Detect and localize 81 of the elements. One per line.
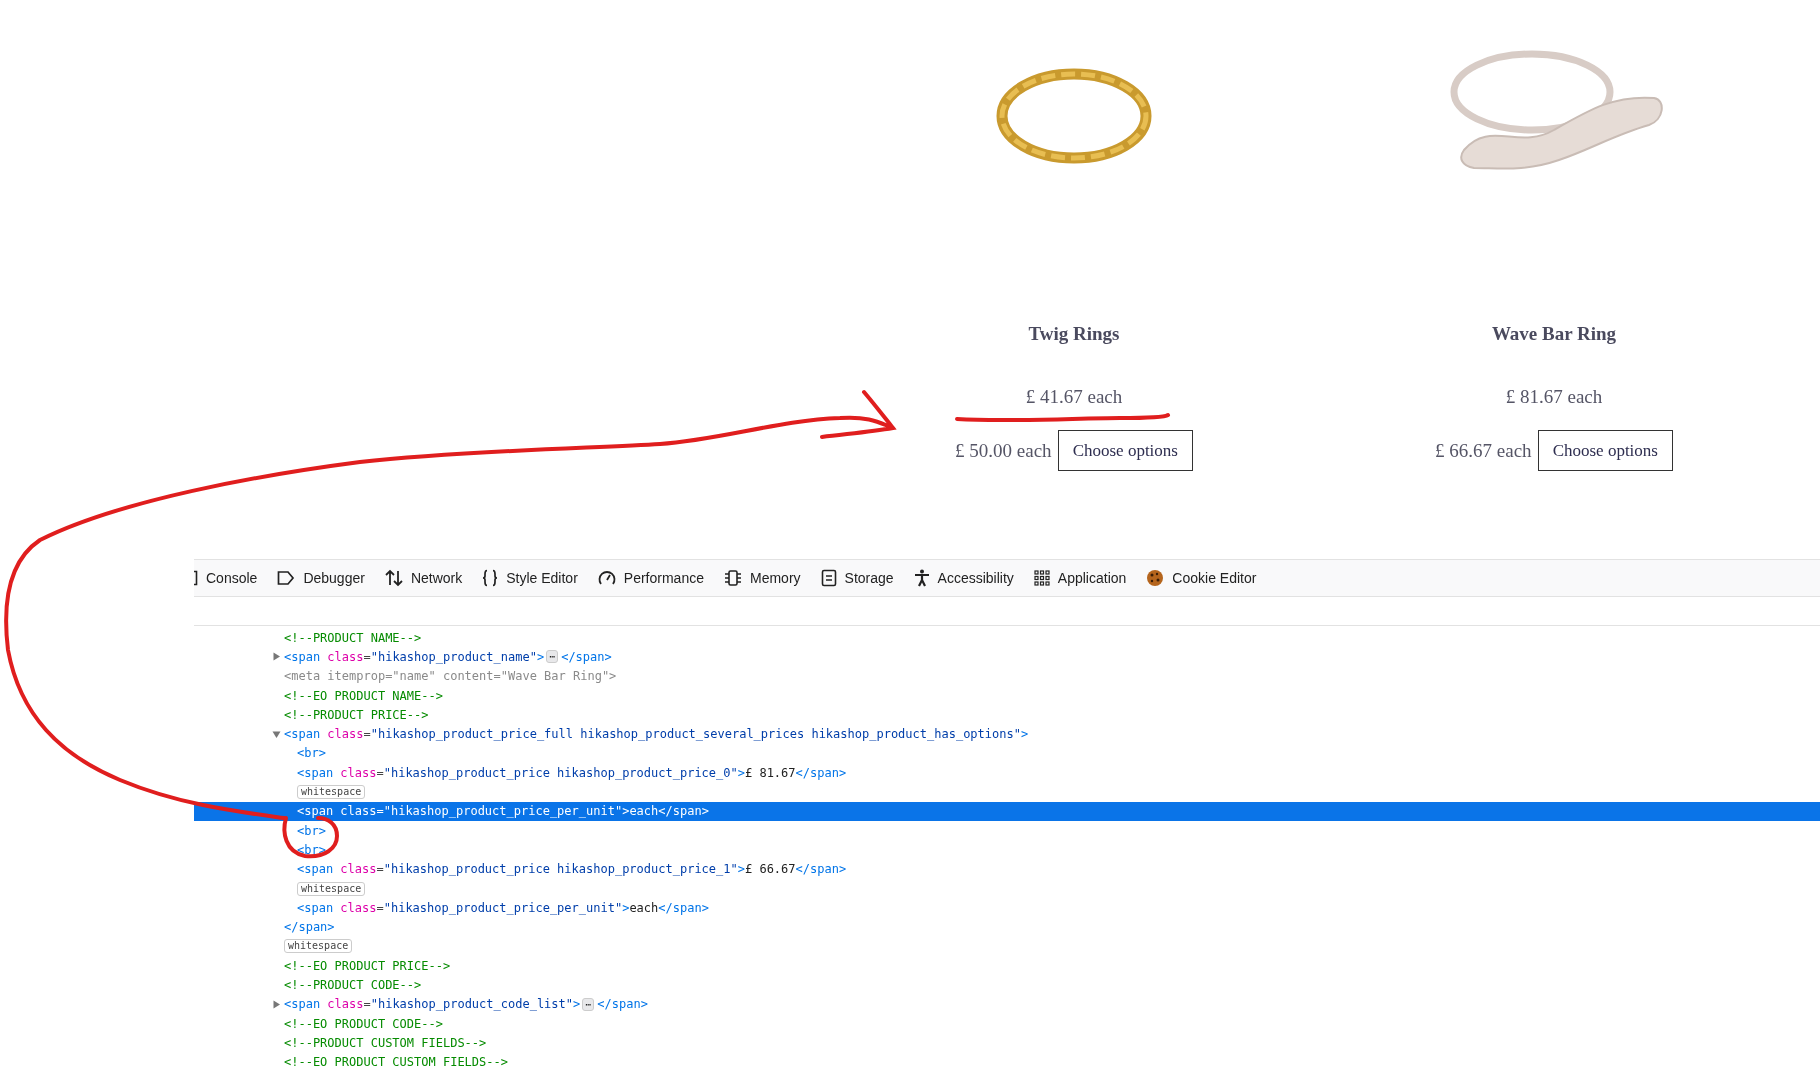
- markup-code: <!--PRODUCT CODE-->: [284, 978, 422, 992]
- product-price: £ 81.67 each: [1505, 386, 1603, 408]
- markup-node-row[interactable]: <br>: [194, 820, 1820, 841]
- devtools-tab[interactable]: Debugger: [277, 570, 365, 586]
- devtools-tab[interactable]: Storage: [820, 569, 894, 587]
- devtools-tab[interactable]: Console: [194, 570, 258, 586]
- choose-options-button[interactable]: Choose options: [1057, 430, 1193, 471]
- devtools-tab[interactable]: Accessibility: [913, 569, 1014, 587]
- product-price: £ 50.00 each: [955, 439, 1052, 462]
- markup-code: <!--EO PRODUCT PRICE-->: [284, 958, 451, 973]
- product-name: Twig Rings: [1028, 322, 1120, 346]
- markup-node-row[interactable]: <!--EO PRODUCT CODE-->: [194, 1013, 1820, 1034]
- markup-node-row[interactable]: <span class="hikashop_product_name"> ⋯ </span>: [194, 647, 1820, 667]
- product-price: £ 41.67 each: [1025, 386, 1123, 408]
- markup-code: <!--PRODUCT PRICE-->: [284, 707, 429, 722]
- markup-code: <span class="hikashop_product_name">: [284, 649, 545, 664]
- markup-node-row[interactable]: <!--EO PRODUCT PRICE-->: [194, 956, 1820, 976]
- markup-code: <span class="hikashop_product_price hikashop_product_price_1">£ 66.67</span>: [297, 862, 847, 877]
- markup-node-row[interactable]: <span class="hikashop_product_price_per_unit">each</span>: [194, 898, 1820, 918]
- markup-code: <!--EO PRODUCT CUSTOM FIELDS-->: [284, 1055, 508, 1070]
- markup-node-row[interactable]: <!--PRODUCT CUSTOM FIELDS-->: [194, 1033, 1820, 1053]
- markup-code: </span>: [597, 997, 648, 1012]
- markup-code: <br>: [297, 842, 326, 857]
- markup-node-row[interactable]: <!--PRODUCT PRICE-->: [194, 705, 1820, 725]
- markup-code: </span>: [561, 649, 612, 664]
- cookie-icon: [1146, 569, 1165, 587]
- markup-node-row[interactable]: whitespace: [194, 936, 1820, 957]
- markup-node-row[interactable]: <!--PRODUCT CODE-->: [194, 975, 1820, 995]
- devtools-tab[interactable]: Network: [384, 569, 463, 587]
- product-price: £ 66.67 each: [1435, 439, 1532, 462]
- collapsed-content-badge[interactable]: ⋯: [546, 650, 559, 664]
- chip-icon: [724, 569, 742, 587]
- markup-node-row[interactable]: <meta itemprop="name" content="Wave Bar Ring">: [194, 666, 1820, 686]
- devtools-tab[interactable]: Style Editor: [482, 569, 578, 587]
- accessibility-icon: [913, 569, 930, 587]
- whitespace-badge: whitespace: [297, 785, 366, 799]
- expand-triangle-icon[interactable]: [272, 999, 281, 1009]
- product-name: Wave Bar Ring: [1491, 322, 1617, 346]
- devtools-tab[interactable]: Application: [1033, 570, 1127, 586]
- markup-node-row[interactable]: <span class="hikashop_product_price_per_unit">each</span>: [194, 801, 1820, 821]
- markup-code: </span>: [284, 920, 335, 935]
- markup-code: <!--EO PRODUCT NAME-->: [284, 688, 443, 703]
- markup-code: <br>: [297, 746, 326, 761]
- markup-node-row[interactable]: <span class="hikashop_product_code_list"> ⋯ </span>: [194, 994, 1820, 1014]
- markup-node-row[interactable]: </span>: [194, 917, 1820, 937]
- braces-icon: [482, 569, 499, 587]
- markup-code: <br>: [297, 823, 326, 838]
- markup-node-row[interactable]: <br>: [194, 743, 1820, 764]
- markup-node-row[interactable]: <span class="hikashop_product_price hikashop_product_price_0">£ 81.67</span>: [194, 763, 1820, 783]
- markup-code: <meta itemprop="name" content="Wave Bar Ring">: [284, 669, 617, 684]
- expand-triangle-icon[interactable]: [272, 652, 281, 662]
- console-icon: [194, 570, 198, 586]
- markup-code: <span class="hikashop_product_price_per_unit">each</span>: [297, 900, 709, 915]
- markup-code: <!--PRODUCT NAME-->: [284, 630, 422, 645]
- markup-code: <span class="hikashop_product_price hikashop_product_price_0">£ 81.67</span>: [297, 765, 847, 780]
- devtools-tab[interactable]: Cookie Editor: [1146, 569, 1257, 587]
- markup-code: <span class="hikashop_product_price_per_unit">each</span>: [297, 804, 709, 819]
- markup-node-row[interactable]: <!--EO PRODUCT CUSTOM FIELDS-->: [194, 1052, 1820, 1072]
- markup-node-row[interactable]: <br>: [194, 840, 1820, 860]
- up-down-arrows-icon: [384, 569, 403, 587]
- markup-node-row[interactable]: <span class="hikashop_product_price_full hikashop_product_several_prices hikashop_product_has_options">: [194, 724, 1820, 744]
- grid-icon: [1033, 570, 1050, 586]
- collapsed-content-badge[interactable]: ⋯: [582, 997, 595, 1011]
- markup-node-row[interactable]: whitespace: [194, 782, 1820, 802]
- markup-code: <!--PRODUCT CUSTOM FIELDS-->: [284, 1035, 487, 1050]
- storage-icon: [820, 569, 837, 587]
- markup-node-row[interactable]: <!--PRODUCT NAME-->: [194, 628, 1820, 648]
- devtools-tab[interactable]: Memory: [724, 569, 801, 587]
- markup-node-row[interactable]: <!--EO PRODUCT NAME-->: [194, 685, 1820, 706]
- expand-triangle-icon[interactable]: [272, 729, 281, 739]
- whitespace-badge: whitespace: [297, 881, 366, 896]
- gauge-icon: [597, 570, 616, 586]
- markup-code: <span class="hikashop_product_code_list">: [284, 997, 581, 1012]
- whitespace-badge: whitespace: [284, 939, 353, 954]
- devtools-tab[interactable]: Performance: [597, 570, 704, 586]
- tag-icon: [277, 570, 296, 586]
- markup-node-row[interactable]: whitespace: [194, 878, 1820, 899]
- markup-node-row[interactable]: <span class="hikashop_product_price hikashop_product_price_1">£ 66.67</span>: [194, 859, 1820, 879]
- markup-code: <!--EO PRODUCT CODE-->: [284, 1016, 443, 1031]
- choose-options-button[interactable]: Choose options: [1537, 430, 1673, 471]
- markup-code: <span class="hikashop_product_price_full hikashop_product_several_prices hikashop_product_has_options">: [284, 727, 1029, 742]
